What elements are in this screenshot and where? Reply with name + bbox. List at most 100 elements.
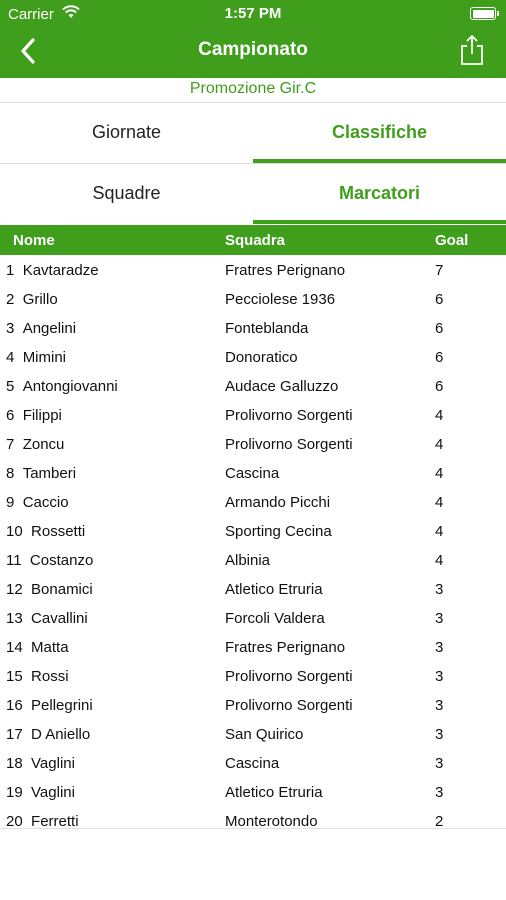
table-row[interactable]: 19 Vaglini Atletico Etruria 3 <box>0 778 506 807</box>
table-row[interactable]: 11 Costanzo Albinia 4 <box>0 546 506 575</box>
scorer-surname: Antongiovanni <box>22 378 118 395</box>
scorer-goals: 6 <box>435 291 444 308</box>
table-row[interactable]: 14 Matta Fratres Perignano 3 <box>0 633 506 662</box>
scorer-surname: Grillo <box>22 291 58 308</box>
scorer-surname: D Aniello <box>31 726 91 743</box>
scorer-position: 10 <box>6 523 23 540</box>
table-row[interactable]: 9 Caccio Armando Picchi 4 <box>0 488 506 517</box>
table-row[interactable]: 3 Angelini Fonteblanda 6 <box>0 314 506 343</box>
battery-icon <box>470 7 499 20</box>
scorer-name: 3 Angelini <box>6 320 76 337</box>
scorer-surname: Mimini <box>22 349 67 366</box>
scorer-goals: 3 <box>435 784 444 801</box>
table-row[interactable]: 1 Kavtaradze Fratres Perignano 7 <box>0 256 506 285</box>
scorer-goals: 3 <box>435 610 444 627</box>
scorer-team: Atletico Etruria <box>225 581 323 598</box>
scorer-goals: 4 <box>435 523 444 540</box>
scorer-goals: 3 <box>435 581 444 598</box>
scorer-name: 15 Rossi <box>6 668 69 685</box>
active-tab-indicator <box>253 220 506 224</box>
column-header-goal: Goal <box>435 232 469 249</box>
table-row[interactable]: 18 Vaglini Cascina 3 <box>0 749 506 778</box>
scorer-surname: Rossetti <box>31 523 86 540</box>
scorer-surname: Angelini <box>22 320 77 337</box>
scorer-team: Cascina <box>225 755 280 772</box>
scorer-team: Donoratico <box>225 349 298 366</box>
scorer-name: 7 Zoncu <box>6 436 64 453</box>
secondary-tabs: Squadre Marcatori <box>0 164 506 224</box>
scorer-goals: 6 <box>435 349 444 366</box>
scorer-goals: 4 <box>435 494 444 511</box>
table-row[interactable]: 4 Mimini Donoratico 6 <box>0 343 506 372</box>
scorer-team: Fonteblanda <box>225 320 309 337</box>
scorer-team: Cascina <box>225 465 280 482</box>
scorer-surname: Matta <box>31 639 69 656</box>
scorer-name: 17 D Aniello <box>6 726 90 743</box>
scorer-goals: 6 <box>435 378 444 395</box>
scorer-surname: Kavtaradze <box>22 262 99 279</box>
scorer-name: 6 Filippi <box>6 407 62 424</box>
scorer-team: Audace Galluzzo <box>225 378 339 395</box>
table-row[interactable]: 20 Ferretti Monterotondo 2 <box>0 807 506 836</box>
tab-squadre[interactable]: Squadre <box>0 164 253 224</box>
scorer-goals: 3 <box>435 755 444 772</box>
scorer-goals: 6 <box>435 320 444 337</box>
scorer-team: Pecciolese 1936 <box>225 291 336 308</box>
table-row[interactable]: 7 Zoncu Prolivorno Sorgenti 4 <box>0 430 506 459</box>
table-header: Nome Squadra Goal <box>0 225 506 255</box>
scorer-surname: Vaglini <box>31 755 75 772</box>
scorer-team: Prolivorno Sorgenti <box>225 407 353 424</box>
scorer-position: 13 <box>6 610 23 627</box>
scorer-team: Armando Picchi <box>225 494 331 511</box>
column-header-nome: Nome <box>13 232 55 249</box>
scorer-name: 18 Vaglini <box>6 755 75 772</box>
scorer-team: Prolivorno Sorgenti <box>225 436 353 453</box>
table-row[interactable]: 16 Pellegrini Prolivorno Sorgenti 3 <box>0 691 506 720</box>
scorer-team: Fratres Perignano <box>225 639 346 656</box>
table-row[interactable]: 8 Tamberi Cascina 4 <box>0 459 506 488</box>
championship-subtitle: Promozione Gir.C <box>189 80 317 97</box>
scorer-position: 19 <box>6 784 23 801</box>
tab-giornate[interactable]: Giornate <box>0 103 253 163</box>
scorer-name: 13 Cavallini <box>6 610 88 627</box>
scorer-team: Albinia <box>225 552 271 569</box>
scorer-surname: Caccio <box>22 494 69 511</box>
scorer-goals: 4 <box>435 436 444 453</box>
scorer-team: Atletico Etruria <box>225 784 323 801</box>
table-row[interactable]: 10 Rossetti Sporting Cecina 4 <box>0 517 506 546</box>
tab-classifiche[interactable]: Classifiche <box>253 103 506 163</box>
scorer-name: 19 Vaglini <box>6 784 75 801</box>
scorer-name: 1 Kavtaradze <box>6 262 99 279</box>
scorer-name: 8 Tamberi <box>6 465 76 482</box>
scorer-team: San Quirico <box>225 726 304 743</box>
scorer-surname: Pellegrini <box>31 697 93 714</box>
table-row[interactable]: 5 Antongiovanni Audace Galluzzo 6 <box>0 372 506 401</box>
scorer-team: Prolivorno Sorgenti <box>225 697 353 714</box>
table-row[interactable]: 13 Cavallini Forcoli Valdera 3 <box>0 604 506 633</box>
tab-marcatori[interactable]: Marcatori <box>253 164 506 224</box>
scorer-position: 18 <box>6 755 23 772</box>
scorer-position: 16 <box>6 697 23 714</box>
scorer-goals: 3 <box>435 726 444 743</box>
share-icon[interactable] <box>458 34 486 66</box>
scorer-goals: 4 <box>435 407 444 424</box>
scorer-team: Fratres Perignano <box>225 262 346 279</box>
table-row[interactable]: 2 Grillo Pecciolese 1936 6 <box>0 285 506 314</box>
page-title: Campionato <box>198 39 308 60</box>
table-bottom-divider <box>0 828 506 829</box>
scorer-goals: 7 <box>435 262 444 279</box>
scorer-team: Sporting Cecina <box>225 523 332 540</box>
table-row[interactable]: 17 D Aniello San Quirico 3 <box>0 720 506 749</box>
table-row[interactable]: 12 Bonamici Atletico Etruria 3 <box>0 575 506 604</box>
scorer-goals: 3 <box>435 639 444 656</box>
table-row[interactable]: 15 Rossi Prolivorno Sorgenti 3 <box>0 662 506 691</box>
scorer-surname: Filippi <box>22 407 62 424</box>
table-row[interactable]: 6 Filippi Prolivorno Sorgenti 4 <box>0 401 506 430</box>
scorer-name: 2 Grillo <box>6 291 58 308</box>
scorer-name: 10 Rossetti <box>6 523 85 540</box>
scorer-position: 11 <box>6 552 22 569</box>
scorer-goals: 3 <box>435 697 444 714</box>
scorer-team: Prolivorno Sorgenti <box>225 668 353 685</box>
scorer-name: 16 Pellegrini <box>6 697 93 714</box>
status-time: 1:57 PM <box>224 5 282 22</box>
